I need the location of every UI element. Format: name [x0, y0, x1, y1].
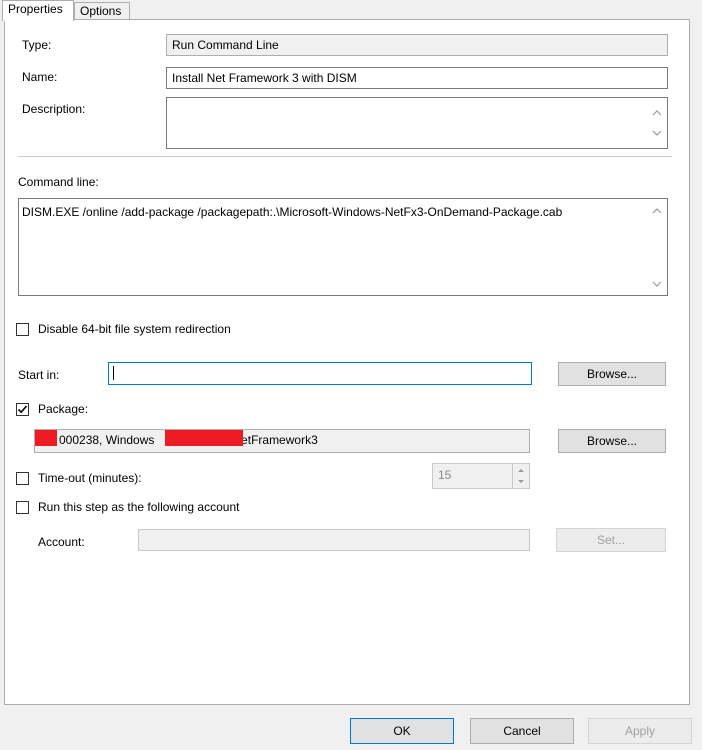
checkmark-icon	[17, 405, 28, 414]
start-in-label: Start in:	[18, 368, 60, 382]
account-label: Account:	[38, 535, 85, 549]
text-caret	[113, 366, 114, 380]
package-value-part2: NetFramework3	[232, 433, 318, 447]
timeout-value: 15	[438, 468, 452, 482]
command-line-label: Command line:	[18, 175, 99, 189]
description-label: Description:	[22, 102, 86, 116]
run-as-checkbox[interactable]	[16, 501, 29, 514]
chevron-up-icon[interactable]	[650, 106, 664, 120]
start-in-input[interactable]	[108, 362, 532, 385]
name-input[interactable]: Install Net Framework 3 with DISM	[166, 67, 668, 89]
type-field: Run Command Line	[166, 34, 668, 56]
tab-properties[interactable]: Properties	[2, 0, 74, 21]
type-label: Type:	[22, 38, 52, 52]
redaction-mark	[165, 430, 243, 446]
cancel-button[interactable]: Cancel	[470, 718, 574, 744]
chevron-down-icon[interactable]	[650, 277, 664, 291]
browse-start-in-button[interactable]: Browse...	[558, 362, 666, 386]
redaction-mark	[35, 430, 57, 446]
chevron-down-icon[interactable]	[650, 126, 664, 140]
spin-down-icon[interactable]	[513, 476, 529, 488]
command-line-input[interactable]: DISM.EXE /online /add-package /packagepa…	[18, 198, 668, 296]
chevron-up-icon[interactable]	[650, 204, 664, 218]
description-input[interactable]	[166, 97, 668, 149]
timeout-label: Time-out (minutes):	[38, 471, 142, 485]
package-checkbox[interactable]	[16, 403, 29, 416]
section-divider	[18, 156, 672, 157]
package-field: 000238, Windows NetFramework3	[34, 429, 530, 453]
browse-package-button[interactable]: Browse...	[558, 429, 666, 453]
disable-redirection-label: Disable 64-bit file system redirection	[38, 322, 231, 336]
disable-redirection-checkbox[interactable]	[16, 323, 29, 336]
package-value-part1: 000238, Windows	[59, 433, 155, 447]
account-input[interactable]	[138, 529, 530, 551]
name-label: Name:	[22, 70, 58, 84]
apply-button[interactable]: Apply	[588, 718, 692, 744]
timeout-spinner[interactable]	[512, 464, 529, 488]
run-as-label: Run this step as the following account	[38, 500, 240, 514]
timeout-checkbox[interactable]	[16, 472, 29, 485]
package-label: Package:	[38, 402, 89, 416]
tab-options[interactable]: Options	[74, 2, 130, 20]
spin-up-icon[interactable]	[513, 464, 529, 476]
ok-button[interactable]: OK	[350, 718, 454, 744]
set-button[interactable]: Set...	[556, 528, 666, 552]
